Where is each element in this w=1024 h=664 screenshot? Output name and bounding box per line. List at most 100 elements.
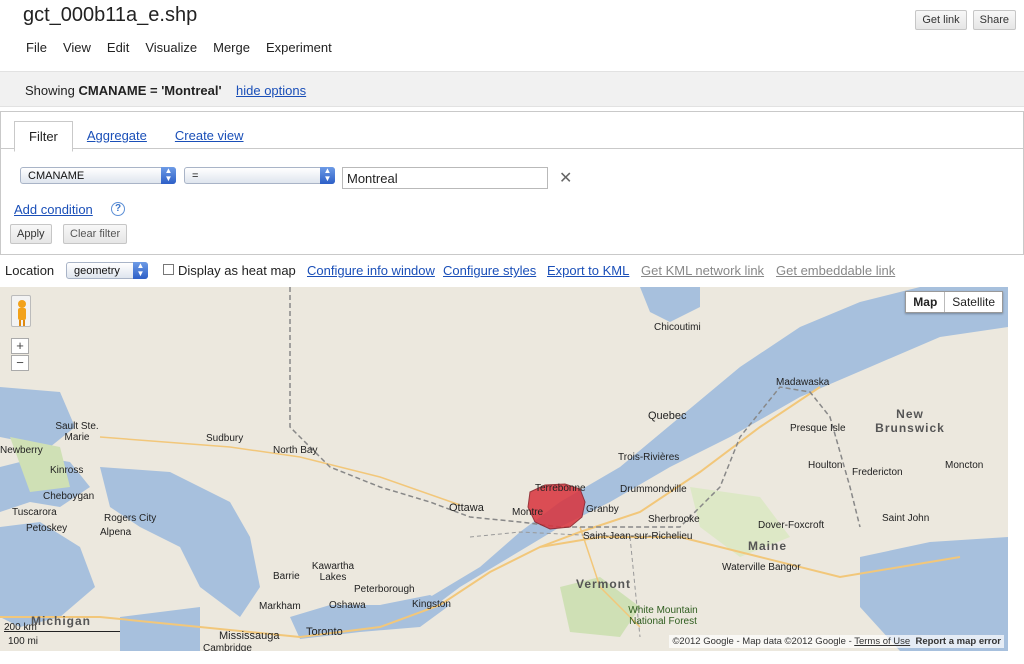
city-label: Dover-Foxcroft: [758, 520, 825, 531]
map-type-map[interactable]: Map: [906, 292, 945, 312]
map-attribution: ©2012 Google - Map data ©2012 Google - T…: [669, 635, 1004, 648]
scale-mi-label: 100 mi: [8, 636, 39, 647]
region-label: New Brunswick: [875, 407, 945, 435]
zoom-in-button[interactable]: +: [11, 338, 29, 354]
city-label: Fredericton: [852, 467, 903, 478]
tab-create-view[interactable]: Create view: [161, 121, 258, 152]
city-label: Trois-Rivières: [618, 452, 680, 463]
filter-info-bar: Showing CMANAME = 'Montreal' hide option…: [0, 71, 1024, 107]
feature-label: White Mountain National Forest: [628, 605, 698, 627]
menu-bar: File View Edit Visualize Merge Experimen…: [26, 40, 348, 55]
city-label: Kinross: [50, 465, 84, 476]
city-label: Markham: [259, 601, 301, 612]
share-button[interactable]: Share: [972, 10, 1016, 30]
page-right-margin: [1008, 287, 1024, 664]
menu-file[interactable]: File: [26, 40, 47, 55]
configure-info-window-link[interactable]: Configure info window: [307, 263, 435, 278]
city-label: Cheboygan: [43, 491, 95, 502]
city-label: Rogers City: [104, 513, 157, 524]
menu-merge[interactable]: Merge: [213, 40, 250, 55]
column-select[interactable]: CMANAME ▲ ▼: [20, 167, 176, 184]
city-label: Montre: [512, 507, 544, 518]
city-label: Saint-Jean-sur-Richelieu: [583, 531, 693, 542]
report-error-link[interactable]: Report a map error: [915, 636, 1001, 647]
select-arrows-icon: ▲ ▼: [320, 167, 335, 184]
heatmap-label: Display as heat map: [178, 263, 296, 278]
city-label: Quebec: [648, 410, 687, 422]
terms-link[interactable]: Terms of Use: [854, 636, 910, 647]
operator-select[interactable]: = ▲ ▼: [184, 167, 335, 184]
city-label: Waterville Bangor: [722, 562, 801, 573]
city-label: Sherbrooke: [648, 514, 700, 525]
select-arrows-icon: ▲ ▼: [161, 167, 176, 184]
city-label: Peterborough: [354, 584, 415, 595]
select-arrows-icon: ▲ ▼: [133, 262, 148, 279]
tab-aggregate[interactable]: Aggregate: [73, 121, 161, 152]
help-icon[interactable]: ?: [111, 202, 125, 216]
city-label: Oshawa: [329, 600, 366, 611]
city-label: Drummondville: [620, 484, 687, 495]
menu-visualize[interactable]: Visualize: [145, 40, 197, 55]
city-label: Granby: [586, 504, 619, 515]
city-label: Sault Ste. Marie: [55, 421, 99, 443]
zoom-out-button[interactable]: −: [11, 355, 29, 371]
city-label: Mississauga: [219, 630, 280, 642]
apply-button[interactable]: Apply: [10, 224, 52, 244]
map-type-satellite[interactable]: Satellite: [944, 292, 1002, 312]
remove-condition-close-icon[interactable]: ✕: [559, 168, 572, 188]
city-label: Newberry: [0, 445, 43, 456]
city-label: Cambridge: [203, 643, 252, 651]
city-label: Kingston: [412, 599, 451, 610]
top-actions: Get link Share: [915, 10, 1016, 30]
column-select-value: CMANAME: [28, 170, 85, 182]
export-kml-link[interactable]: Export to KML: [547, 263, 629, 278]
city-label: Terrebonne: [535, 483, 586, 494]
tab-filter[interactable]: Filter: [14, 121, 73, 152]
filter-tabs: Filter Aggregate Create view: [14, 121, 258, 152]
city-label: Kawartha Lakes: [311, 561, 355, 583]
city-label: Barrie: [273, 571, 300, 582]
street-view-pegman-icon[interactable]: [11, 295, 31, 327]
page-title: gct_000b11a_e.shp: [23, 4, 198, 26]
city-label: Presque Isle: [790, 423, 846, 434]
city-label: Chicoutimi: [654, 322, 701, 333]
menu-view[interactable]: View: [63, 40, 91, 55]
hide-options-link[interactable]: hide options: [236, 83, 306, 98]
city-label: Sudbury: [206, 433, 244, 444]
heatmap-checkbox[interactable]: [163, 264, 174, 275]
filter-panel: Filter Aggregate Create view CMANAME ▲ ▼ …: [0, 111, 1024, 255]
map-type-control: Map Satellite: [905, 291, 1003, 313]
operator-select-value: =: [192, 170, 199, 182]
clear-filter-button[interactable]: Clear filter: [63, 224, 128, 244]
get-link-button[interactable]: Get link: [915, 10, 967, 30]
region-label: Michigan: [31, 614, 92, 628]
map-canvas[interactable]: + − Map Satellite Chicoutimi Madawaska Q…: [0, 287, 1008, 651]
city-label: Houlton: [808, 460, 843, 471]
configure-styles-link[interactable]: Configure styles: [443, 263, 536, 278]
city-label: Ottawa: [449, 502, 484, 514]
get-kml-network-link[interactable]: Get KML network link: [641, 263, 764, 278]
filter-value-input[interactable]: [342, 167, 548, 189]
location-select-value: geometry: [74, 265, 120, 277]
city-label: Toronto: [306, 626, 343, 638]
showing-label: Showing: [25, 83, 75, 98]
location-bar: Location geometry ▲ ▼ Display as heat map…: [0, 259, 1024, 285]
region-label: Vermont: [576, 577, 632, 591]
add-condition-link[interactable]: Add condition: [14, 202, 93, 217]
filter-condition-text: CMANAME = 'Montreal': [78, 83, 222, 98]
location-label: Location: [5, 263, 55, 278]
region-label: Maine: [748, 539, 788, 553]
location-select[interactable]: geometry ▲ ▼: [66, 262, 148, 279]
city-label: Saint John: [882, 513, 930, 524]
menu-edit[interactable]: Edit: [107, 40, 129, 55]
city-label: Petoskey: [26, 523, 68, 534]
city-label: Tuscarora: [12, 507, 57, 518]
city-label: Madawaska: [776, 377, 830, 388]
city-label: North Bay: [273, 445, 318, 456]
scale-bar: [4, 631, 120, 632]
get-embeddable-link[interactable]: Get embeddable link: [776, 263, 895, 278]
city-label: Alpena: [100, 527, 132, 538]
attribution-text: ©2012 Google - Map data ©2012 Google -: [672, 636, 852, 647]
city-label: Moncton: [945, 460, 984, 471]
menu-experiment[interactable]: Experiment: [266, 40, 332, 55]
